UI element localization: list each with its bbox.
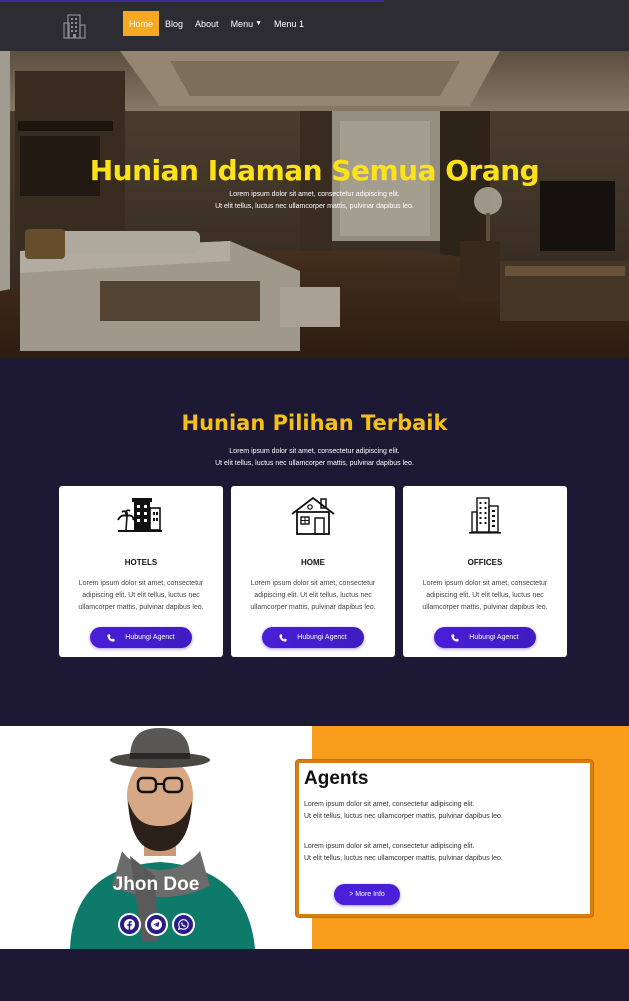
agents-paragraph-line: Ut elit tellus, luctus nec ullamcorper m… (304, 855, 503, 862)
section-subtitle-line: Ut elit tellus, luctus nec ullamcorper m… (215, 460, 414, 467)
contact-agent-label: Hubungi Agenct (297, 634, 347, 641)
agent-name-text: Jhon Doe (112, 874, 200, 895)
caret-down-icon: ▼ (255, 20, 263, 27)
card-title: HOME (301, 558, 325, 567)
building-logo-icon[interactable] (63, 13, 87, 39)
more-info-button[interactable]: > More Info (334, 884, 400, 905)
service-card-offices: OFFICES Lorem ipsum dolor sit amet, cons… (403, 486, 567, 657)
phone-icon (451, 633, 459, 642)
contact-agent-button[interactable]: Hubungi Agenct (90, 627, 192, 648)
section-subtitle: Lorem ipsum dolor sit amet, consectetur … (0, 446, 629, 470)
card-title: OFFICES (467, 558, 503, 567)
nav-item-label: Menu 1 (274, 18, 305, 29)
contact-agent-label: Hubungi Agenct (469, 634, 519, 641)
house-icon (291, 496, 335, 535)
hero-section: Hunian Idaman Semua Orang Lorem ipsum do… (0, 51, 629, 358)
footer (0, 949, 629, 1001)
card-text: Lorem ipsum dolor sit amet, consectetur … (422, 580, 548, 611)
agents-paragraph: Lorem ipsum dolor sit amet, consectetur … (304, 841, 503, 865)
whatsapp-icon (178, 919, 189, 930)
agents-section: Jhon Doe Agents Lorem ipsum dolor sit am… (0, 726, 629, 949)
services-section: Hunian Pilihan Terbaik Lorem ipsum dolor… (0, 358, 629, 726)
agents-paragraph-line: Lorem ipsum dolor sit amet, consectetur … (304, 801, 475, 808)
nav-item-menu-dropdown[interactable]: Menu ▼ (225, 11, 268, 36)
nav-item-label: Menu (230, 18, 254, 29)
contact-agent-button[interactable]: Hubungi Agenct (262, 627, 364, 648)
card-text: Lorem ipsum dolor sit amet, consectetur … (78, 580, 204, 611)
nav-item-blog[interactable]: Blog (159, 11, 189, 36)
agents-paragraph: Lorem ipsum dolor sit amet, consectetur … (304, 799, 503, 823)
hero-subtitle: Lorem ipsum dolor sit amet, consectetur … (0, 189, 629, 213)
telegram-icon (151, 919, 162, 930)
nav-item-menu-1[interactable]: Menu 1 (268, 11, 310, 36)
service-card-hotels: HOTELS Lorem ipsum dolor sit amet, conse… (59, 486, 223, 657)
agents-paragraph-line: Ut elit tellus, luctus nec ullamcorper m… (304, 813, 503, 820)
nav-item-about[interactable]: About (189, 11, 225, 36)
section-subtitle-line: Lorem ipsum dolor sit amet, consectetur … (229, 448, 400, 455)
hero-subtitle-line: Ut elit tellus, luctus nec ullamcorper m… (215, 203, 414, 210)
whatsapp-button[interactable] (172, 913, 195, 936)
agents-title: Agents (304, 768, 369, 789)
phone-icon (279, 633, 287, 642)
social-links (118, 913, 195, 936)
contact-agent-label: Hubungi Agenct (125, 634, 175, 641)
nav-menu: Home Blog About Menu ▼ Menu 1 (123, 11, 310, 36)
top-navbar: Home Blog About Menu ▼ Menu 1 (0, 0, 629, 51)
contact-agent-button[interactable]: Hubungi Agenct (434, 627, 536, 648)
facebook-button[interactable] (118, 913, 141, 936)
card-text: Lorem ipsum dolor sit amet, consectetur … (250, 580, 376, 611)
facebook-icon (124, 919, 135, 930)
hero-subtitle-line: Lorem ipsum dolor sit amet, consectetur … (229, 191, 400, 198)
nav-item-label: Blog (165, 18, 184, 29)
agents-info-card: Agents Lorem ipsum dolor sit amet, conse… (296, 760, 593, 917)
agent-profile-panel: Jhon Doe (0, 726, 312, 949)
agents-paragraph-line: Lorem ipsum dolor sit amet, consectetur … (304, 843, 475, 850)
card-title: HOTELS (124, 558, 158, 567)
phone-icon (107, 633, 115, 642)
service-card-home: HOME Lorem ipsum dolor sit amet, consect… (231, 486, 395, 657)
nav-item-label: About (195, 18, 219, 29)
nav-item-home[interactable]: Home (123, 11, 160, 36)
nav-item-label: Home (129, 18, 154, 29)
page: Home Blog About Menu ▼ Menu 1 Hunian Ida… (0, 0, 629, 1001)
telegram-button[interactable] (145, 913, 168, 936)
agent-name: Jhon Doe (0, 874, 312, 896)
section-title: Hunian Pilihan Terbaik (181, 411, 448, 435)
hotel-icon (117, 498, 162, 532)
nav-top-accent-line (0, 0, 384, 2)
office-building-icon (469, 497, 501, 534)
hero-title: Hunian Idaman Semua Orang (89, 154, 540, 187)
